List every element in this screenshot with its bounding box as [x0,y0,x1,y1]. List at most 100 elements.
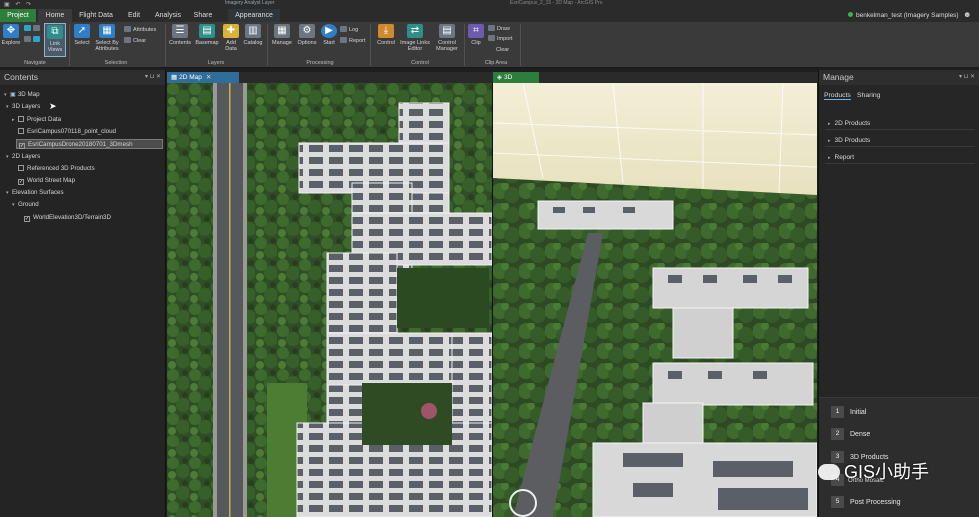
log-button[interactable]: Log [340,26,358,33]
image-links-icon: ⇄ [407,24,423,38]
checkbox-unchecked[interactable] [18,128,24,134]
map-view-3d[interactable] [493,83,817,517]
import-icon [488,35,495,41]
attributes-button[interactable]: Attributes [124,26,156,33]
tree-item-2d-layers[interactable]: ▾ 2D Layers [6,152,40,162]
catalog-button[interactable]: ▥ Catalog [242,24,264,46]
checkbox-checked[interactable]: ✓ [24,216,30,222]
clear-clip-button[interactable]: Clear [496,47,509,53]
add-data-label: Add Data [225,40,237,52]
tree-item-label: 2D Layers [12,153,41,160]
map-view-2d[interactable] [167,83,492,517]
tab-share[interactable]: Share [190,9,216,22]
tab-flight-data[interactable]: Flight Data [74,9,118,22]
tab-2d-map[interactable]: ▦ 2D Map ✕ [167,72,239,83]
clip-button[interactable]: ⌗ Clip [467,24,485,46]
link-views-button[interactable]: ⧉ Link Views [44,23,66,57]
image-links-editor-label: Image Links Editor [400,40,430,52]
chevron-right-icon: ▸ [828,121,831,127]
explore-button[interactable]: ✥ Explore [1,24,21,46]
group-processing-label: Processing [306,60,334,66]
user-account[interactable]: benkelman_test (Imagery Samples) [848,9,959,22]
select-button[interactable]: ➚ Select [72,24,92,46]
quick-access-icons[interactable]: ▣ ↶ ↷ [4,1,33,8]
tree-item-project-data[interactable]: ▸ Project Data [12,115,61,125]
tree-item-3d-map[interactable]: ▾ ▣ 3D Map [4,90,40,100]
tree-item-3dmesh-selected[interactable]: ✓ EsriCampusDrone20180701_3Dmesh [16,139,163,149]
clear-selection-button[interactable]: Clear [124,37,146,44]
manage-pane: Manage ▾ ⊔ ✕ Products Sharing ▸ 2D Produc… [818,70,979,517]
tree-item-label: 3D Layers [12,103,41,110]
checkbox-checked[interactable]: ✓ [19,143,25,149]
step-initial[interactable]: 1 Initial [831,405,866,419]
contents-pane-title: Contents [4,72,39,82]
tab-home[interactable]: Home [38,9,72,22]
tab-edit[interactable]: Edit [122,9,146,22]
tree-item-world-street-map[interactable]: ✓ World Street Map [18,176,75,186]
tree-item-ground[interactable]: ▾ Ground [12,200,39,210]
contents-pane: Contents ▾ ⊔ ✕ ▾ ▣ 3D Map ▾ 3D Layers ▸ Proj… [0,70,166,517]
ribbon: ✥ Explore ⧉ Link Views Navigate ➚ Select… [0,22,979,68]
group-clip-area-label: Clip Area [484,60,508,66]
step-dense[interactable]: 2 Dense [831,427,870,441]
control-manager-button[interactable]: ▤ Control Manager [432,24,462,52]
notification-icon[interactable]: ☻ [963,10,971,19]
tab-sharing[interactable]: Sharing [857,92,880,99]
contents-button[interactable]: ☰ Contents [168,24,192,46]
tab-3d-map[interactable]: ◈3D Map✕ [493,72,539,92]
group-selection-label: Selection [104,60,128,66]
group-separator [267,24,268,66]
image-links-editor-button[interactable]: ⇄ Image Links Editor [400,24,430,52]
manage-button[interactable]: ▦ Manage [270,24,294,46]
tab-products[interactable]: Products [824,92,851,100]
manage-label: Manage [272,40,292,46]
tree-item-label: Ground [18,201,39,208]
control-button[interactable]: ⤓ Control [374,24,398,46]
options-label: Options [297,40,317,46]
section-label: 2D Products [834,120,871,127]
chevron-right-icon: ▸ [828,155,831,161]
control-manager-icon: ▤ [439,24,455,38]
tree-item-referenced-3d-products[interactable]: Referenced 3D Products [18,164,95,174]
tree-item-world-elevation[interactable]: ✓ WorldElevation3D/Terrain3D [24,213,111,223]
link-views-label: Link Views [47,41,63,53]
contents-icon: ☰ [172,24,188,38]
section-label: Report [834,154,855,161]
add-data-button[interactable]: ✚ Add Data [222,24,240,52]
tab-2d-map-label: 2D Map [179,74,202,81]
mouse-cursor-icon: ➤ [49,101,57,111]
ribbon-tab-strip: Project Home Flight Data Edit Analysis S… [0,9,979,22]
checkbox-unchecked[interactable] [18,165,24,171]
nav-small-icons-2[interactable] [24,36,42,43]
select-by-attributes-button[interactable]: ▦ Select By Attributes [93,24,121,52]
tab-analysis[interactable]: Analysis [150,9,186,22]
clear-selection-label: Clear [133,38,147,44]
close-icon[interactable]: ✕ [206,74,211,81]
tree-item-elevation-surfaces[interactable]: ▾ Elevation Surfaces [6,188,64,198]
tree-item-3d-layers[interactable]: ▾ 3D Layers [6,102,40,112]
tab-appearance[interactable]: Appearance [228,9,280,22]
step-post-processing[interactable]: 5 Post Processing [831,495,901,509]
pane-controls-icon[interactable]: ▾ ⊔ ✕ [959,70,975,85]
checkbox-checked[interactable]: ✓ [18,179,24,185]
section-3d-products[interactable]: ▸ 3D Products [825,134,975,147]
nav-small-icons[interactable] [24,25,42,32]
checkbox-unchecked[interactable] [18,116,24,122]
wechat-icon [818,464,840,480]
tree-item-point-cloud[interactable]: EsriCampus070118_point_cloud [18,127,116,137]
tree-item-label: Elevation Surfaces [12,189,64,196]
report-button[interactable]: Report [340,37,366,44]
options-button[interactable]: ⚙ Options [295,24,319,46]
add-data-icon: ✚ [223,24,239,38]
section-2d-products[interactable]: ▸ 2D Products [825,117,975,130]
select-icon: ➚ [74,24,90,38]
start-button[interactable]: ▶ Start [320,24,338,46]
pane-controls-icon[interactable]: ▾ ⊔ ✕ [145,70,161,85]
tab-project[interactable]: Project [0,9,36,22]
basemap-button[interactable]: ▤ Basemap [194,24,220,46]
draw-button[interactable]: Draw [488,25,510,32]
import-button[interactable]: Import [488,35,513,42]
ortho-imagery [167,83,492,517]
processing-steps: 1 Initial 2 Dense 3 3D Products 4 5 Post Pro… [819,397,979,517]
section-report[interactable]: ▸ Report [825,151,975,164]
